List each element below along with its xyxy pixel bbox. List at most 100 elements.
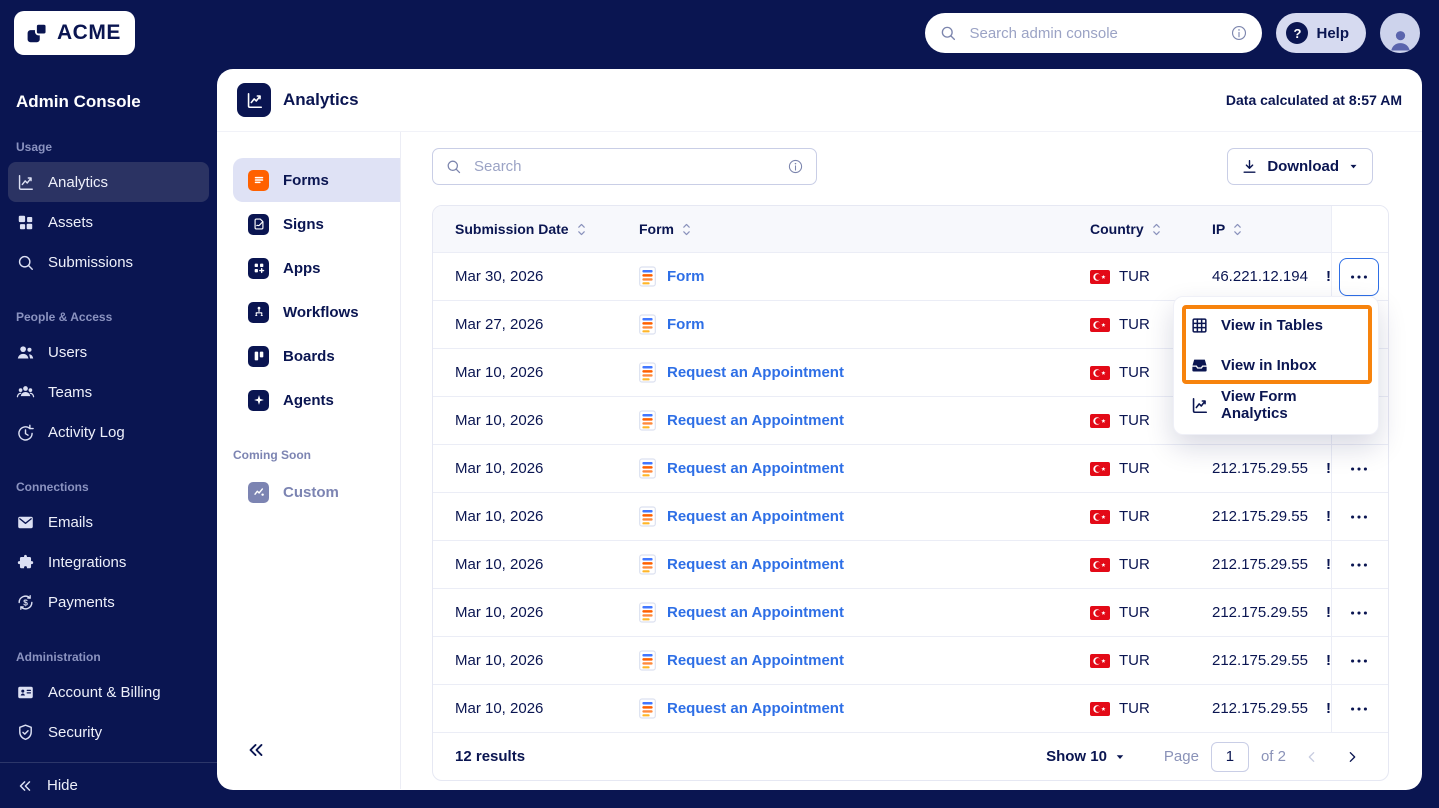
turkey-flag-icon <box>1090 413 1110 428</box>
menu-item-view-in-tables[interactable]: View in Tables <box>1174 305 1378 345</box>
form-link[interactable]: Request an Appointment <box>667 364 844 381</box>
menu-item-view-form-analytics[interactable]: View Form Analytics <box>1174 385 1378 425</box>
download-button[interactable]: Download <box>1227 148 1373 185</box>
subnav-item-workflows[interactable]: Workflows <box>233 290 400 334</box>
previous-page-button[interactable] <box>1298 742 1326 772</box>
table-search[interactable] <box>432 148 817 185</box>
form-icon <box>639 554 656 575</box>
turkey-flag-icon <box>1090 365 1110 380</box>
assets-icon <box>16 213 35 232</box>
apps-icon <box>248 257 269 279</box>
search-icon <box>445 158 462 175</box>
inbox-icon <box>1190 356 1209 375</box>
form-link[interactable]: Form <box>667 268 705 285</box>
grid-icon <box>1190 316 1209 335</box>
page-number-input[interactable] <box>1210 741 1249 772</box>
form-icon <box>639 458 656 479</box>
subnav-item-custom[interactable]: Custom <box>233 470 400 514</box>
subnav-item-signs[interactable]: Signs <box>233 202 400 246</box>
svg-text:$: $ <box>23 597 28 607</box>
chevrons-left-icon <box>16 777 34 795</box>
ip-cell: 212.175.29.55 ! <box>1212 604 1331 621</box>
sidebar-item-assets[interactable]: Assets <box>8 202 209 242</box>
form-icon <box>639 314 656 335</box>
sidebar-item-submissions[interactable]: Submissions <box>8 242 209 282</box>
sidebar-item-users[interactable]: Users <box>8 332 209 372</box>
sidebar-hide-button[interactable]: Hide <box>0 762 217 808</box>
table-search-input[interactable] <box>472 157 777 176</box>
admin-search[interactable] <box>925 13 1263 53</box>
sidebar-item-teams[interactable]: Teams <box>8 372 209 412</box>
ip-cell: 212.175.29.55 ! <box>1212 652 1331 669</box>
subnav-item-agents[interactable]: Agents <box>233 378 400 422</box>
country-cell: TUR <box>1090 508 1212 525</box>
row-actions-button[interactable] <box>1339 450 1379 488</box>
subnav-item-apps[interactable]: Apps <box>233 246 400 290</box>
form-icon <box>639 410 656 431</box>
subnav-item-boards[interactable]: Boards <box>233 334 400 378</box>
column-header-ip[interactable]: IP <box>1212 221 1331 238</box>
admin-search-input[interactable] <box>967 23 1221 43</box>
form-icon <box>639 362 656 383</box>
row-actions-button[interactable] <box>1339 690 1379 728</box>
column-header-form[interactable]: Form <box>639 221 1090 238</box>
turkey-flag-icon <box>1090 653 1110 668</box>
forms-icon <box>248 169 269 191</box>
form-link[interactable]: Request an Appointment <box>667 556 844 573</box>
turkey-flag-icon <box>1090 317 1110 332</box>
sidebar-item-activity-log[interactable]: Activity Log <box>8 412 209 452</box>
sidebar-item-integrations[interactable]: Integrations <box>8 542 209 582</box>
next-page-button[interactable] <box>1338 742 1366 772</box>
card-header: Analytics Data calculated at 8:57 AM <box>217 69 1422 132</box>
ip-cell: 212.175.29.55 ! <box>1212 700 1331 717</box>
ip-cell: 212.175.29.55 ! <box>1212 460 1331 477</box>
row-actions-button[interactable] <box>1339 642 1379 680</box>
row-actions-button[interactable] <box>1339 546 1379 584</box>
chevron-right-icon <box>1344 749 1360 765</box>
acme-logo[interactable]: ACME <box>14 11 135 55</box>
subnav-item-forms[interactable]: Forms <box>233 158 400 202</box>
form-link[interactable]: Request an Appointment <box>667 604 844 621</box>
row-actions-button[interactable] <box>1339 594 1379 632</box>
column-header-country[interactable]: Country <box>1090 221 1212 238</box>
analytics-icon <box>16 173 35 192</box>
sidebar-item-security[interactable]: Security <box>8 712 209 752</box>
table-footer: 12 results Show 10 Page of 2 <box>433 732 1388 780</box>
info-icon[interactable] <box>1230 24 1248 42</box>
menu-item-view-in-inbox[interactable]: View in Inbox <box>1174 345 1378 385</box>
avatar[interactable] <box>1380 13 1420 53</box>
sort-icon[interactable] <box>1150 221 1163 238</box>
sidebar-section-label: People & Access <box>16 310 113 324</box>
row-actions-button[interactable] <box>1339 257 1379 296</box>
table-row: Mar 10, 2026 Request an Appointment TUR … <box>433 684 1388 732</box>
collapse-subnav-button[interactable] <box>245 739 267 761</box>
help-label: Help <box>1316 24 1349 42</box>
sidebar-item-payments[interactable]: $ Payments <box>8 582 209 622</box>
form-link[interactable]: Request an Appointment <box>667 652 844 669</box>
column-header-submission-date[interactable]: Submission Date <box>455 221 639 238</box>
puzzle-icon <box>16 553 35 572</box>
form-icon <box>639 602 656 623</box>
form-link[interactable]: Request an Appointment <box>667 460 844 477</box>
form-link[interactable]: Request an Appointment <box>667 700 844 717</box>
ellipsis-icon <box>1348 458 1370 480</box>
help-button[interactable]: ? Help <box>1276 13 1366 53</box>
submission-date-cell: Mar 10, 2026 <box>455 508 544 525</box>
sidebar-item-analytics[interactable]: Analytics <box>8 162 209 202</box>
sidebar-section-label: Usage <box>16 140 53 154</box>
form-link[interactable]: Request an Appointment <box>667 412 844 429</box>
sort-icon[interactable] <box>680 221 693 238</box>
country-cell: TUR <box>1090 556 1212 573</box>
hide-label: Hide <box>47 777 78 794</box>
sidebar-item-account-billing[interactable]: Account & Billing <box>8 672 209 712</box>
info-icon[interactable] <box>787 158 804 175</box>
sidebar-item-emails[interactable]: Emails <box>8 502 209 542</box>
sort-icon[interactable] <box>1231 221 1244 238</box>
show-per-page-select[interactable]: Show 10 <box>1040 747 1132 766</box>
question-icon: ? <box>1286 22 1309 44</box>
sort-icon[interactable] <box>575 221 588 238</box>
table-row: Mar 30, 2026 Form TUR 46.221.12.194 ! <box>433 252 1388 300</box>
row-actions-button[interactable] <box>1339 498 1379 536</box>
form-link[interactable]: Request an Appointment <box>667 508 844 525</box>
form-link[interactable]: Form <box>667 316 705 333</box>
